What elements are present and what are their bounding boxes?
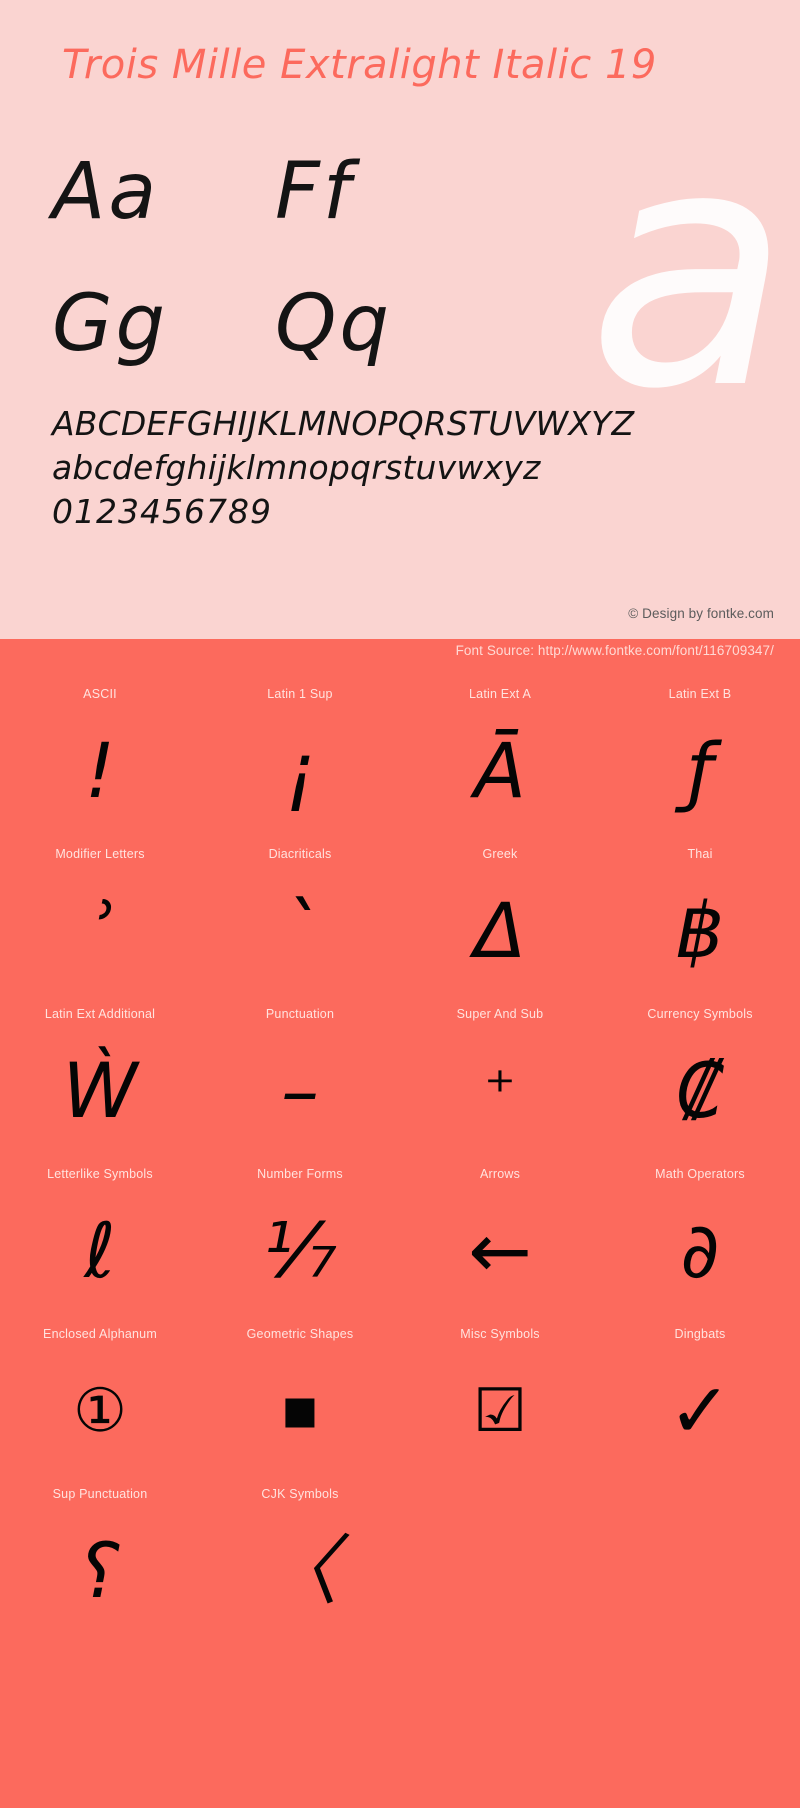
unicode-block-cell[interactable]: Super And Sub ⁺ bbox=[400, 1005, 600, 1165]
unicode-block-label: Number Forms bbox=[257, 1167, 343, 1181]
letter-pair-row: Aa Ff bbox=[52, 147, 482, 280]
unicode-block-glyph: ƒ bbox=[686, 726, 714, 815]
unicode-block-glyph: Ẁ bbox=[62, 1046, 138, 1135]
unicode-block-glyph bbox=[600, 1503, 800, 1645]
font-specimen-page: a Trois Mille Extralight Italic 19 Aa Ff… bbox=[0, 0, 800, 1808]
unicode-block-glyph bbox=[400, 1503, 600, 1645]
unicode-block-cell[interactable]: Diacriticals ˋ bbox=[200, 845, 400, 1005]
unicode-block-label: Latin 1 Sup bbox=[267, 687, 333, 701]
page-title: Trois Mille Extralight Italic 19 bbox=[62, 42, 657, 88]
unicode-block-label: Arrows bbox=[479, 1167, 521, 1181]
watermark-glyph: a bbox=[587, 77, 790, 461]
copyright-text: © Design by fontke.com bbox=[628, 606, 774, 621]
unicode-block-glyph: ℓ bbox=[84, 1206, 116, 1295]
unicode-block-cell[interactable]: Latin 1 Sup ¡ bbox=[200, 685, 400, 845]
unicode-block-cell-empty bbox=[400, 1485, 600, 1645]
unicode-block-cell[interactable]: Modifier Letters ʾ bbox=[0, 845, 200, 1005]
unicode-block-cell[interactable]: Thai ฿ bbox=[600, 845, 800, 1005]
unicode-block-glyph: ฿ bbox=[675, 886, 725, 975]
unicode-block-row: Sup Punctuation ⸮ CJK Symbols 〈 bbox=[0, 1485, 800, 1645]
unicode-block-glyph: ■ bbox=[281, 1376, 319, 1446]
alphabet-uppercase: ABCDEFGHIJKLMNOPQRSTUVWXYZ bbox=[52, 404, 635, 443]
specimen-panel: a Trois Mille Extralight Italic 19 Aa Ff… bbox=[0, 0, 800, 639]
unicode-block-label: Diacriticals bbox=[268, 847, 332, 861]
unicode-block-row: Latin Ext Additional Ẁ Punctuation – Super A… bbox=[0, 1005, 800, 1165]
unicode-block-glyph: Δ bbox=[474, 886, 526, 975]
unicode-block-glyph: ⁺ bbox=[484, 1056, 516, 1126]
unicode-block-cell[interactable]: Letterlike Symbols ℓ bbox=[0, 1165, 200, 1325]
unicode-block-label: Dingbats bbox=[674, 1327, 726, 1341]
alphabet-lowercase: abcdefghijklmnopqrstuvwxyz bbox=[52, 447, 541, 487]
unicode-block-label: Latin Ext A bbox=[469, 687, 531, 701]
unicode-block-label: CJK Symbols bbox=[261, 1487, 339, 1501]
unicode-block-glyph: – bbox=[281, 1046, 319, 1135]
unicode-block-label: Math Operators bbox=[655, 1167, 745, 1181]
unicode-block-label: Greek bbox=[482, 847, 518, 861]
unicode-block-row: Letterlike Symbols ℓ Number Forms ⅐ Arrows ← M… bbox=[0, 1165, 800, 1325]
unicode-block-label: Modifier Letters bbox=[55, 847, 145, 861]
letter-pair-sample: Qq bbox=[275, 279, 392, 369]
unicode-block-row: ASCII! Latin 1 Sup ¡ Latin Ext A Ā Latin Ext … bbox=[0, 685, 800, 845]
letter-pair-sample: Ff bbox=[275, 147, 354, 237]
unicode-block-label: Latin Ext B bbox=[668, 687, 732, 701]
unicode-block-cell[interactable]: Greek Δ bbox=[400, 845, 600, 1005]
alphabet-digits: 0123456789 bbox=[52, 491, 272, 531]
unicode-block-glyph: Ā bbox=[474, 726, 526, 815]
unicode-block-cell[interactable]: Latin Ext B ƒ bbox=[600, 685, 800, 845]
letter-pairs-grid: Aa Ff Gg Qq bbox=[52, 147, 482, 412]
unicode-block-cell[interactable]: ASCII! bbox=[0, 685, 200, 845]
unicode-block-label: Thai bbox=[687, 847, 713, 861]
unicode-block-row: Enclosed Alphanum ① Geometric Shapes ■ Misc … bbox=[0, 1325, 800, 1485]
unicode-block-cell[interactable]: Enclosed Alphanum ① bbox=[0, 1325, 200, 1485]
unicode-block-label: Geometric Shapes bbox=[246, 1327, 354, 1341]
unicode-block-cell[interactable]: Currency Symbols ₡ bbox=[600, 1005, 800, 1165]
unicode-block-row: Modifier Letters ʾ Diacriticals ˋ Greek Δ Thai… bbox=[0, 845, 800, 1005]
unicode-block-glyph: ☑ bbox=[473, 1376, 527, 1446]
unicode-block-glyph: ✓ bbox=[668, 1366, 732, 1455]
unicode-block-cell[interactable]: CJK Symbols 〈 bbox=[200, 1485, 400, 1645]
unicode-block-glyph: ① bbox=[73, 1376, 127, 1446]
unicode-block-glyph: ← bbox=[468, 1206, 532, 1295]
unicode-block-glyph: ⸮ bbox=[79, 1526, 121, 1615]
unicode-blocks-grid: ASCII! Latin 1 Sup ¡ Latin Ext A Ā Latin Ext … bbox=[0, 671, 800, 1645]
letter-pair-row: Gg Qq bbox=[52, 279, 482, 412]
unicode-block-glyph: ! bbox=[84, 726, 116, 815]
unicode-block-cell[interactable]: Dingbats ✓ bbox=[600, 1325, 800, 1485]
unicode-block-glyph: ˋ bbox=[281, 886, 319, 975]
unicode-block-label: Misc Symbols bbox=[460, 1327, 540, 1341]
unicode-block-cell[interactable]: Sup Punctuation ⸮ bbox=[0, 1485, 200, 1645]
unicode-block-glyph: ⅐ bbox=[263, 1206, 337, 1295]
unicode-block-cell[interactable]: Math Operators ∂ bbox=[600, 1165, 800, 1325]
font-source-link[interactable]: Font Source: http://www.fontke.com/font/… bbox=[456, 643, 774, 658]
unicode-block-glyph: ʾ bbox=[88, 886, 112, 975]
font-source-bar: Font Source: http://www.fontke.com/font/… bbox=[0, 639, 800, 671]
unicode-block-cell[interactable]: Latin Ext Additional Ẁ bbox=[0, 1005, 200, 1165]
unicode-block-glyph: ₡ bbox=[675, 1046, 725, 1135]
unicode-block-label: Currency Symbols bbox=[647, 1007, 753, 1021]
unicode-block-label: Latin Ext Additional bbox=[44, 1007, 156, 1021]
unicode-block-cell[interactable]: Arrows ← bbox=[400, 1165, 600, 1325]
unicode-block-cell[interactable]: Geometric Shapes ■ bbox=[200, 1325, 400, 1485]
unicode-block-glyph: 〈 bbox=[262, 1526, 338, 1615]
unicode-block-label: Enclosed Alphanum bbox=[43, 1327, 157, 1341]
unicode-block-label: Punctuation bbox=[265, 1007, 335, 1021]
letter-pair-sample: Gg bbox=[52, 279, 168, 369]
unicode-block-label: Sup Punctuation bbox=[52, 1487, 148, 1501]
alphabet-block: ABCDEFGHIJKLMNOPQRSTUVWXYZ abcdefghijklm… bbox=[52, 402, 752, 534]
letter-pair-sample: Aa bbox=[52, 147, 160, 237]
unicode-block-label: ASCII bbox=[83, 687, 117, 701]
unicode-block-cell[interactable]: Number Forms ⅐ bbox=[200, 1165, 400, 1325]
unicode-block-glyph: ∂ bbox=[680, 1206, 720, 1295]
unicode-block-glyph: ¡ bbox=[284, 726, 316, 815]
unicode-block-label: Super And Sub bbox=[456, 1007, 544, 1021]
unicode-block-cell[interactable]: Latin Ext A Ā bbox=[400, 685, 600, 845]
unicode-block-cell-empty bbox=[600, 1485, 800, 1645]
unicode-block-cell[interactable]: Misc Symbols ☑ bbox=[400, 1325, 600, 1485]
unicode-block-cell[interactable]: Punctuation – bbox=[200, 1005, 400, 1165]
unicode-block-label: Letterlike Symbols bbox=[47, 1167, 153, 1181]
